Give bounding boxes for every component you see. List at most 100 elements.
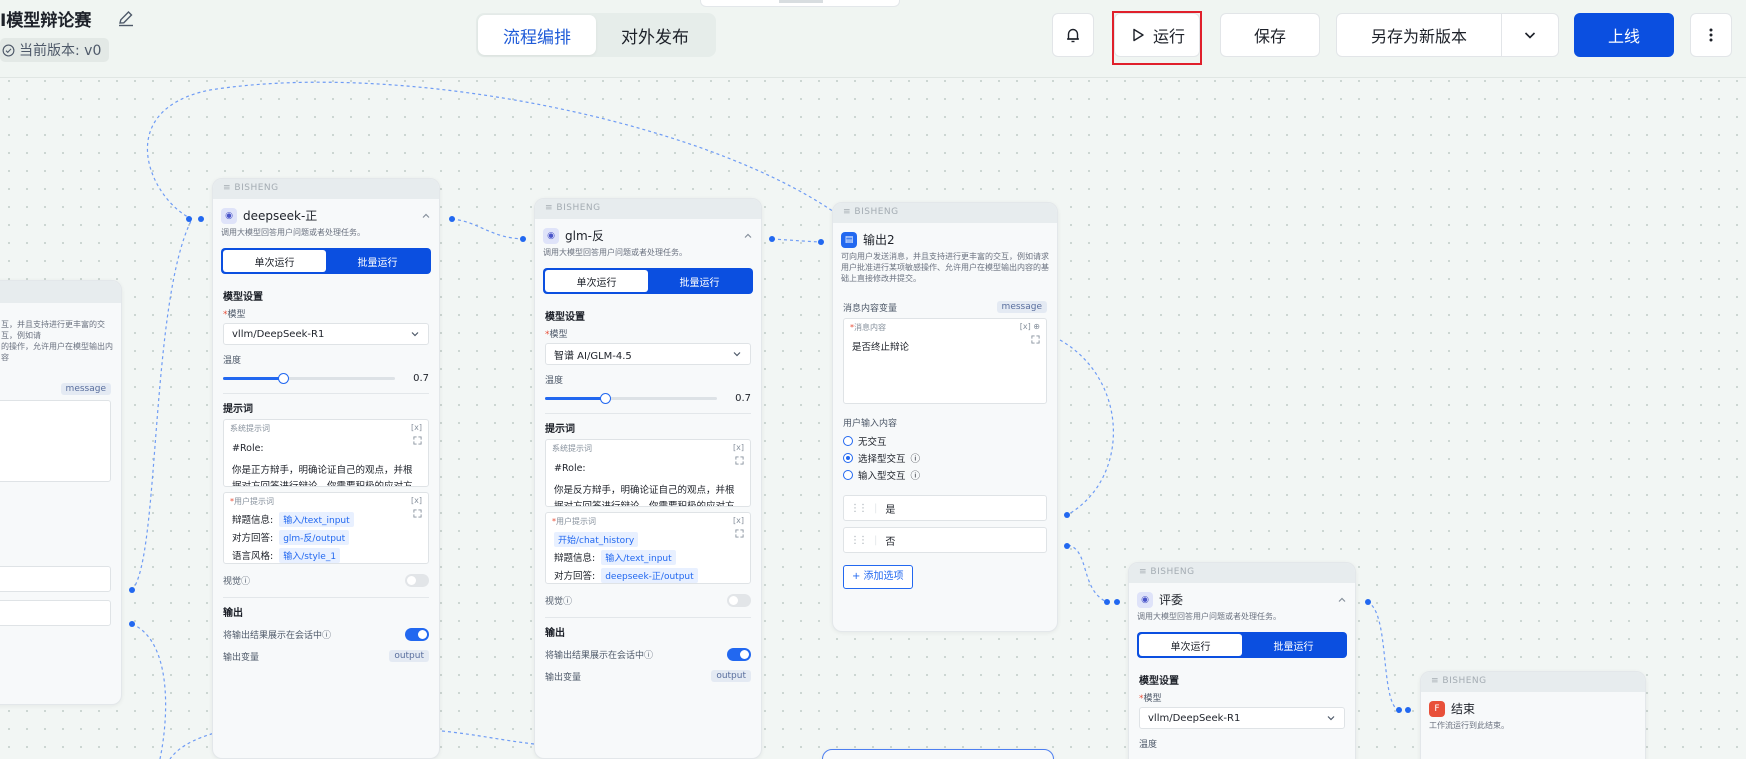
- show-output-label: 将输出结果展示在会话中: [223, 630, 323, 641]
- temperature-slider[interactable]: 0.7: [545, 389, 751, 407]
- slider-knob[interactable]: [600, 392, 612, 404]
- add-option-button[interactable]: + 添加选项: [843, 565, 913, 589]
- tab-single-run[interactable]: 单次运行: [545, 270, 648, 292]
- variable-insert-icon[interactable]: [x]: [733, 443, 744, 454]
- show-output-toggle[interactable]: [727, 647, 751, 661]
- user-prompt-box[interactable]: *用户提示词 [x] 辩题信息: 输入/text_input 对方回答: glm-反/…: [223, 492, 429, 564]
- edge-handle[interactable]: [1064, 543, 1070, 549]
- message-content-box[interactable]: [0, 400, 111, 482]
- node-title[interactable]: 评委: [1159, 591, 1331, 608]
- vision-toggle[interactable]: [727, 593, 751, 607]
- var-chip[interactable]: 输入/text_input: [601, 549, 676, 565]
- output-node-2[interactable]: ≡ BISHENG ▤ 输出2 可向用户发送消息，并且支持进行更丰富的交互，例如…: [832, 202, 1058, 632]
- var-chip[interactable]: 输入/style_1: [279, 547, 341, 563]
- tab-batch-run[interactable]: 批量运行: [326, 250, 429, 272]
- vision-toggle[interactable]: [405, 573, 429, 587]
- var-chip[interactable]: deepseek-正/output: [601, 567, 698, 583]
- node-title[interactable]: deepseek-正: [243, 207, 415, 224]
- save-as-version-button[interactable]: 另存为新版本: [1336, 13, 1502, 57]
- temperature-value: 0.7: [735, 392, 751, 404]
- edge-handle[interactable]: [1405, 707, 1411, 713]
- edge-handle[interactable]: [198, 216, 204, 222]
- var-chip[interactable]: 开始/chat_history: [554, 531, 639, 547]
- model-select[interactable]: vllm/DeepSeek-R1: [1139, 707, 1345, 729]
- edge-handle[interactable]: [129, 587, 135, 593]
- option-yes[interactable]: ⋮⋮ | 是: [843, 495, 1047, 521]
- var-chip[interactable]: glm-反/output: [279, 529, 350, 545]
- chevron-up-icon[interactable]: [743, 231, 753, 241]
- expand-icon[interactable]: [413, 436, 422, 445]
- var-chip[interactable]: 输入/text_input: [279, 511, 354, 527]
- output-section-title: 输出: [545, 628, 565, 639]
- edge-handle[interactable]: [1396, 707, 1402, 713]
- end-node[interactable]: ≡ BISHENG F 结束 工作流运行到此结束。: [1420, 671, 1646, 759]
- variable-insert-icon[interactable]: [x]: [411, 496, 422, 507]
- expand-icon[interactable]: [735, 529, 744, 538]
- option-box[interactable]: [0, 600, 111, 626]
- llm-node-deepseek-zheng[interactable]: ≡ BISHENG ◉ deepseek-正 调用大模型回答用户问题或者处理任务…: [212, 178, 440, 759]
- edge-handle[interactable]: [129, 621, 135, 627]
- message-content-box[interactable]: *消息内容 [x] ⊕ 是否终止辩论: [843, 318, 1047, 404]
- bell-icon: [1067, 28, 1079, 43]
- system-prompt-box[interactable]: 系统提示词 [x] #Role: 你是正方辩手，明确论证自己的观点，并根 据对方回…: [223, 419, 429, 487]
- user-prompt-box[interactable]: *用户提示词 [x] 开始/chat_history 辩题信息: 输入/text_i…: [545, 512, 751, 584]
- edge-handle[interactable]: [1104, 599, 1110, 605]
- save-button[interactable]: 保存: [1220, 13, 1320, 57]
- expand-icon[interactable]: [1031, 335, 1040, 344]
- drag-handle-icon[interactable]: ⋮⋮: [850, 503, 868, 514]
- more-menu-button[interactable]: [1690, 13, 1732, 57]
- tab-single-run[interactable]: 单次运行: [1139, 634, 1242, 656]
- expand-icon[interactable]: [413, 509, 422, 518]
- temperature-slider[interactable]: 0.7: [223, 369, 429, 387]
- show-output-toggle[interactable]: [405, 627, 429, 641]
- tab-batch-run[interactable]: 批量运行: [1242, 634, 1345, 656]
- radio-no-interaction[interactable]: 无交互: [843, 432, 1047, 449]
- edit-icon[interactable]: [116, 8, 136, 28]
- expand-icon[interactable]: [735, 456, 744, 465]
- edge-handle[interactable]: [186, 216, 192, 222]
- option-box[interactable]: [0, 566, 111, 592]
- node-title[interactable]: glm-反: [565, 227, 737, 244]
- edge-handle[interactable]: [1114, 599, 1120, 605]
- llm-node-judge[interactable]: ≡ BISHENG ◉ 评委 调用大模型回答用户问题或者处理任务。 单次运行 批…: [1128, 562, 1356, 759]
- model-settings-title: 模型设置: [545, 312, 585, 323]
- system-prompt-box[interactable]: 系统提示词 [x] #Role: 你是反方辩手，明确论证自己的观点，并根 据对方回…: [545, 439, 751, 507]
- temperature-label: 温度: [545, 376, 564, 386]
- edge-handle[interactable]: [1064, 512, 1070, 518]
- tab-batch-run[interactable]: 批量运行: [648, 270, 751, 292]
- model-select[interactable]: vllm/DeepSeek-R1: [223, 323, 429, 345]
- help-icon: ⓘ: [910, 470, 921, 482]
- edge-handle[interactable]: [449, 216, 455, 222]
- edge-handle[interactable]: [1365, 599, 1371, 605]
- chevron-up-icon[interactable]: [421, 211, 431, 221]
- notification-button[interactable]: [1052, 13, 1094, 57]
- option-no[interactable]: ⋮⋮ | 否: [843, 527, 1047, 553]
- chevron-up-icon[interactable]: [1337, 595, 1347, 605]
- drag-handle-icon[interactable]: ⋮⋮: [850, 535, 868, 546]
- prompt-section-title: 提示词: [545, 424, 575, 435]
- node-title[interactable]: 输出2: [863, 231, 1049, 248]
- model-select[interactable]: 智谱 AI/GLM-4.5: [545, 343, 751, 365]
- llm-node-glm-fan[interactable]: ≡ BISHENG ◉ glm-反 调用大模型回答用户问题或者处理任务。 单次运…: [534, 198, 762, 759]
- edge-handle[interactable]: [520, 236, 526, 242]
- slider-knob[interactable]: [278, 372, 290, 384]
- radio-input-interaction[interactable]: 输入型交互 ⓘ: [843, 466, 1047, 483]
- user-input-label: 用户输入内容: [843, 419, 898, 429]
- variable-insert-icon[interactable]: [x]: [411, 423, 422, 434]
- llm-node-icon: ◉: [221, 207, 237, 224]
- tab-publish[interactable]: 对外发布: [596, 15, 714, 55]
- edge-handle[interactable]: [818, 239, 824, 245]
- variable-insert-icon[interactable]: [x] ⊕: [1020, 322, 1040, 333]
- variable-insert-icon[interactable]: [x]: [733, 516, 744, 527]
- go-online-button[interactable]: 上线: [1574, 13, 1674, 57]
- partial-output-node[interactable]: 互，并且支持进行更丰富的交互，例如请 的操作，允许用户在模型输出内容 messa…: [0, 280, 122, 705]
- node-brand: ≡ BISHENG: [535, 199, 761, 219]
- partial-node-bottom[interactable]: [822, 749, 1054, 759]
- edge-handle[interactable]: [769, 236, 775, 242]
- tab-single-run[interactable]: 单次运行: [223, 250, 326, 272]
- tab-orchestrate[interactable]: 流程编排: [478, 15, 596, 55]
- top-header: I模型辩论赛 当前版本: v0 流程编排 对外发布 运行 保存 另存为新版本 上…: [0, 0, 1746, 78]
- node-title[interactable]: 结束: [1451, 700, 1637, 717]
- save-options-dropdown[interactable]: [1501, 13, 1559, 57]
- radio-choice-interaction[interactable]: 选择型交互 ⓘ: [843, 449, 1047, 466]
